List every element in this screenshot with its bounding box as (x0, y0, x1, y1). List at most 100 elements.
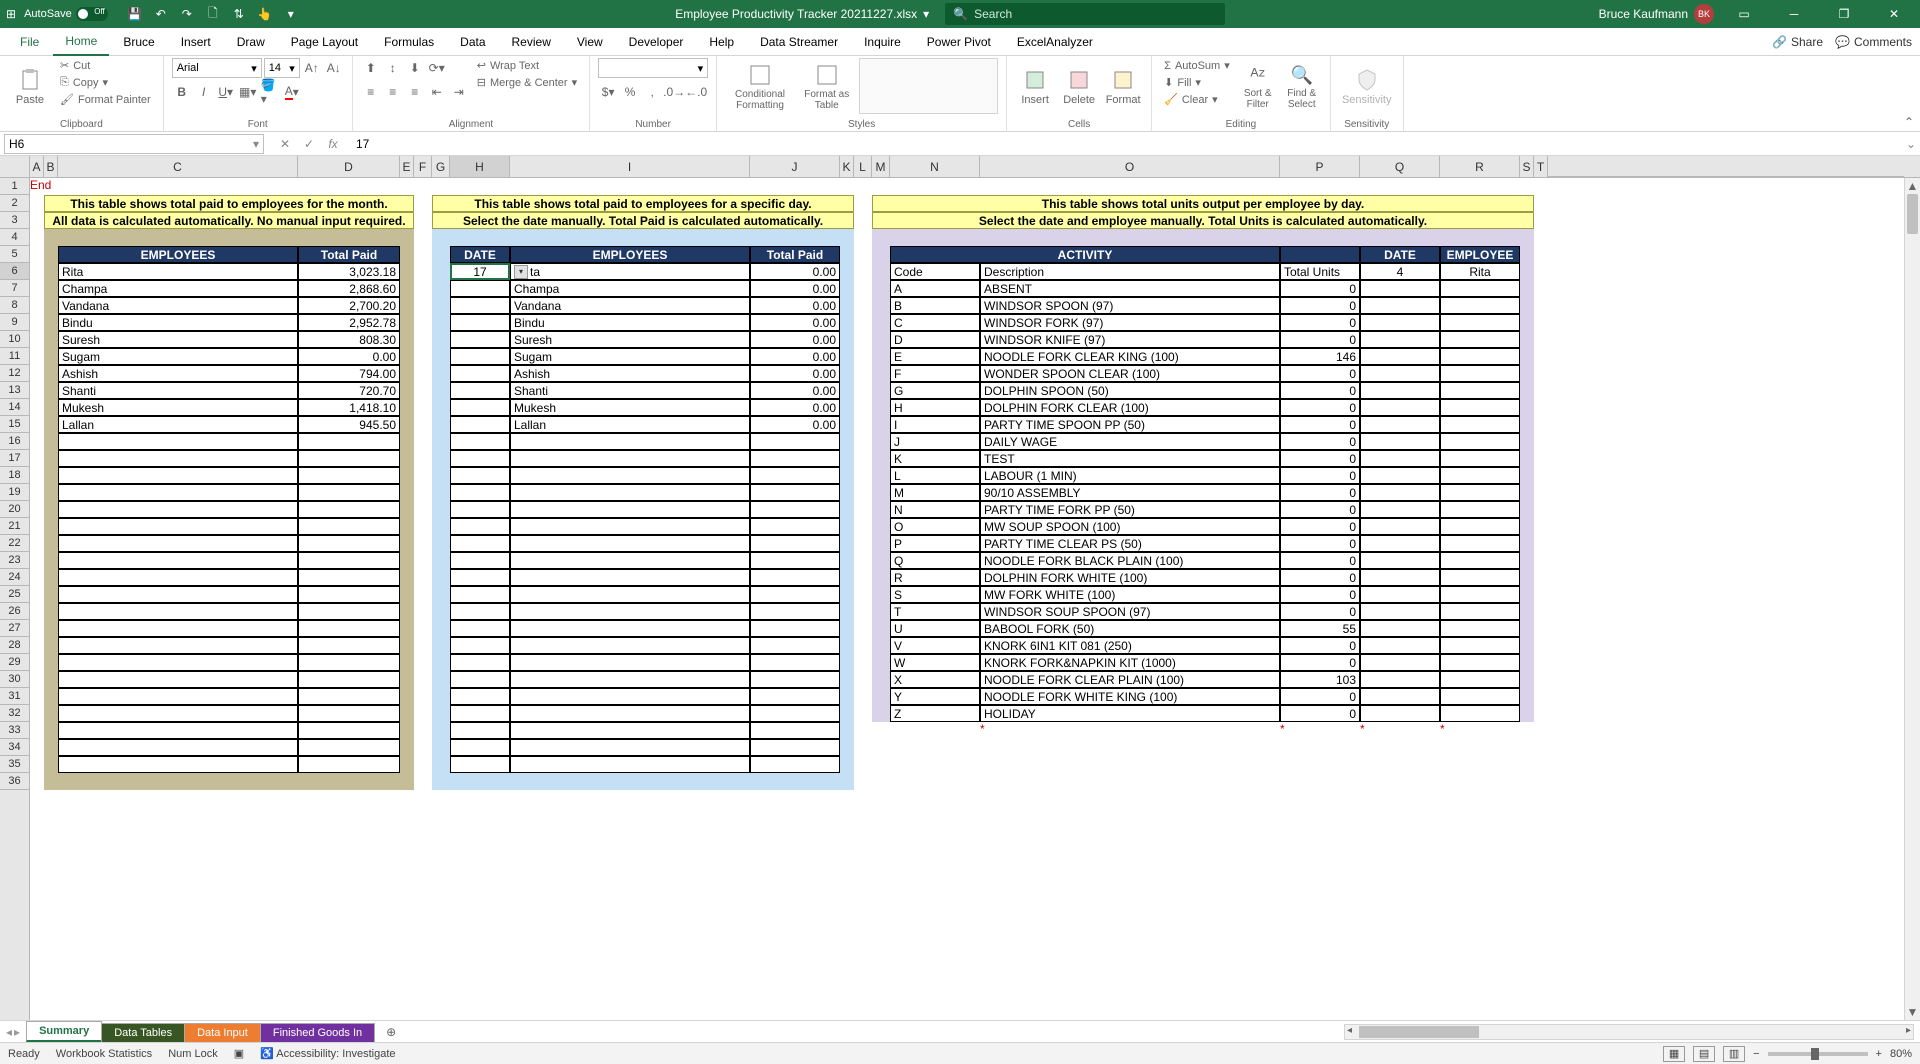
table3-desc-cell[interactable]: PARTY TIME SPOON PP (50) (980, 416, 1280, 433)
table2-paid-cell[interactable] (750, 603, 840, 620)
table3-units-cell[interactable]: 0 (1280, 501, 1360, 518)
table2-name-cell[interactable] (510, 722, 750, 739)
row-header-19[interactable]: 19 (0, 484, 29, 501)
table2-date-select[interactable]: 17 (450, 263, 510, 280)
table2-name-cell[interactable] (510, 756, 750, 773)
col-header-O[interactable]: O (980, 156, 1280, 177)
sort-filter-button[interactable]: ᴬᶻSort & Filter (1238, 58, 1278, 116)
grid-area[interactable]: This table shows total paid to employees… (30, 178, 1904, 1020)
align-top-icon[interactable]: ⬆ (361, 58, 381, 78)
table2-paid-cell[interactable]: 0.00 (750, 263, 840, 280)
table3-units-cell[interactable]: 0 (1280, 552, 1360, 569)
table3-empty[interactable] (1440, 297, 1520, 314)
table3-units-cell[interactable]: 0 (1280, 535, 1360, 552)
table3-code-cell[interactable]: K (890, 450, 980, 467)
table2-blank[interactable] (450, 705, 510, 722)
table3-units-cell[interactable]: 0 (1280, 484, 1360, 501)
col-header-C[interactable]: C (58, 156, 298, 177)
table2-name-cell[interactable] (510, 620, 750, 637)
col-header-P[interactable]: P (1280, 156, 1360, 177)
row-header-26[interactable]: 26 (0, 603, 29, 620)
merge-center-button[interactable]: ⊟Merge & Center ▾ (473, 75, 581, 90)
table1-paid-cell[interactable] (298, 671, 400, 688)
table2-blank[interactable] (450, 348, 510, 365)
table3-empty[interactable] (1360, 484, 1440, 501)
table1-name-cell[interactable] (58, 484, 298, 501)
table3-empty[interactable] (1360, 603, 1440, 620)
table2-name-cell[interactable] (510, 586, 750, 603)
font-name-select[interactable]: Arial▾ (172, 58, 262, 78)
name-box[interactable]: H6▾ (4, 134, 264, 154)
table3-units-cell[interactable]: 146 (1280, 348, 1360, 365)
row-header-24[interactable]: 24 (0, 569, 29, 586)
zoom-out-icon[interactable]: − (1753, 1048, 1759, 1060)
table3-empty[interactable] (1440, 654, 1520, 671)
table1-paid-cell[interactable] (298, 501, 400, 518)
sheet-tab-summary[interactable]: Summary (26, 1021, 102, 1042)
table2-blank[interactable] (450, 671, 510, 688)
font-size-select[interactable]: 14▾ (264, 58, 300, 78)
table1-paid-cell[interactable] (298, 569, 400, 586)
table2-paid-cell[interactable] (750, 535, 840, 552)
table2-paid-cell[interactable] (750, 433, 840, 450)
table2-name-cell[interactable]: Shanti (510, 382, 750, 399)
table3-code-cell[interactable]: F (890, 365, 980, 382)
col-header-M[interactable]: M (872, 156, 890, 177)
table3-desc-cell[interactable]: PARTY TIME CLEAR PS (50) (980, 535, 1280, 552)
table2-paid-cell[interactable] (750, 688, 840, 705)
table3-empty[interactable] (1360, 280, 1440, 297)
table2-name-cell[interactable]: Suresh (510, 331, 750, 348)
table2-paid-cell[interactable] (750, 518, 840, 535)
table3-desc-cell[interactable]: WINDSOR SOUP SPOON (97) (980, 603, 1280, 620)
table1-paid-cell[interactable] (298, 739, 400, 756)
table2-paid-cell[interactable]: 0.00 (750, 365, 840, 382)
table3-empty[interactable] (1360, 671, 1440, 688)
table3-units-cell[interactable]: 0 (1280, 365, 1360, 382)
tab-excelanalyzer[interactable]: ExcelAnalyzer (1005, 29, 1105, 55)
search-box[interactable]: 🔍 Search (945, 3, 1225, 25)
accessibility-button[interactable]: ♿ Accessibility: Investigate (260, 1047, 395, 1060)
table1-name-cell[interactable] (58, 552, 298, 569)
table3-empty[interactable] (1440, 637, 1520, 654)
table2-name-cell[interactable] (510, 671, 750, 688)
table1-name-cell[interactable]: Champa (58, 280, 298, 297)
tab-home[interactable]: Home (53, 28, 109, 56)
dropdown-arrow-icon[interactable]: ▾ (514, 265, 528, 279)
format-cells-button[interactable]: Format (1103, 58, 1143, 116)
scroll-thumb[interactable] (1907, 194, 1918, 234)
tab-page-layout[interactable]: Page Layout (279, 29, 370, 55)
table3-desc-cell[interactable]: TEST (980, 450, 1280, 467)
row-header-2[interactable]: 2 (0, 195, 29, 212)
fx-icon[interactable]: fx (322, 134, 344, 154)
table1-name-cell[interactable] (58, 739, 298, 756)
autosum-button[interactable]: ΣAutoSum ▾ (1160, 58, 1234, 73)
table2-name-cell[interactable] (510, 484, 750, 501)
col-header-H[interactable]: H (450, 156, 510, 177)
table1-name-cell[interactable]: Mukesh (58, 399, 298, 416)
tab-data-streamer[interactable]: Data Streamer (748, 29, 850, 55)
col-header-A[interactable]: A (30, 156, 44, 177)
table2-name-cell[interactable] (510, 467, 750, 484)
table1-name-cell[interactable]: Rita (58, 263, 298, 280)
table2-paid-cell[interactable]: 0.00 (750, 416, 840, 433)
expand-formula-bar-icon[interactable]: ⌄ (1902, 137, 1920, 151)
table3-code-cell[interactable]: Q (890, 552, 980, 569)
table3-code-cell[interactable]: D (890, 331, 980, 348)
table3-empty[interactable] (1360, 518, 1440, 535)
table3-empty[interactable] (1440, 314, 1520, 331)
table1-name-cell[interactable] (58, 535, 298, 552)
table1-paid-cell[interactable] (298, 620, 400, 637)
page-break-icon[interactable]: ▥ (1723, 1046, 1745, 1062)
table3-units-cell[interactable]: 0 (1280, 569, 1360, 586)
insert-cells-button[interactable]: Insert (1015, 58, 1055, 116)
normal-view-icon[interactable]: ▦ (1663, 1046, 1685, 1062)
align-middle-icon[interactable]: ↕ (383, 58, 403, 78)
table2-paid-cell[interactable]: 0.00 (750, 280, 840, 297)
fill-color-button[interactable]: 🪣▾ (260, 82, 280, 102)
qat-customize-icon[interactable]: ▾ (280, 3, 302, 25)
col-header-Q[interactable]: Q (1360, 156, 1440, 177)
table1-paid-cell[interactable] (298, 552, 400, 569)
table2-blank[interactable] (450, 637, 510, 654)
table1-paid-cell[interactable]: 2,700.20 (298, 297, 400, 314)
table2-blank[interactable] (450, 382, 510, 399)
